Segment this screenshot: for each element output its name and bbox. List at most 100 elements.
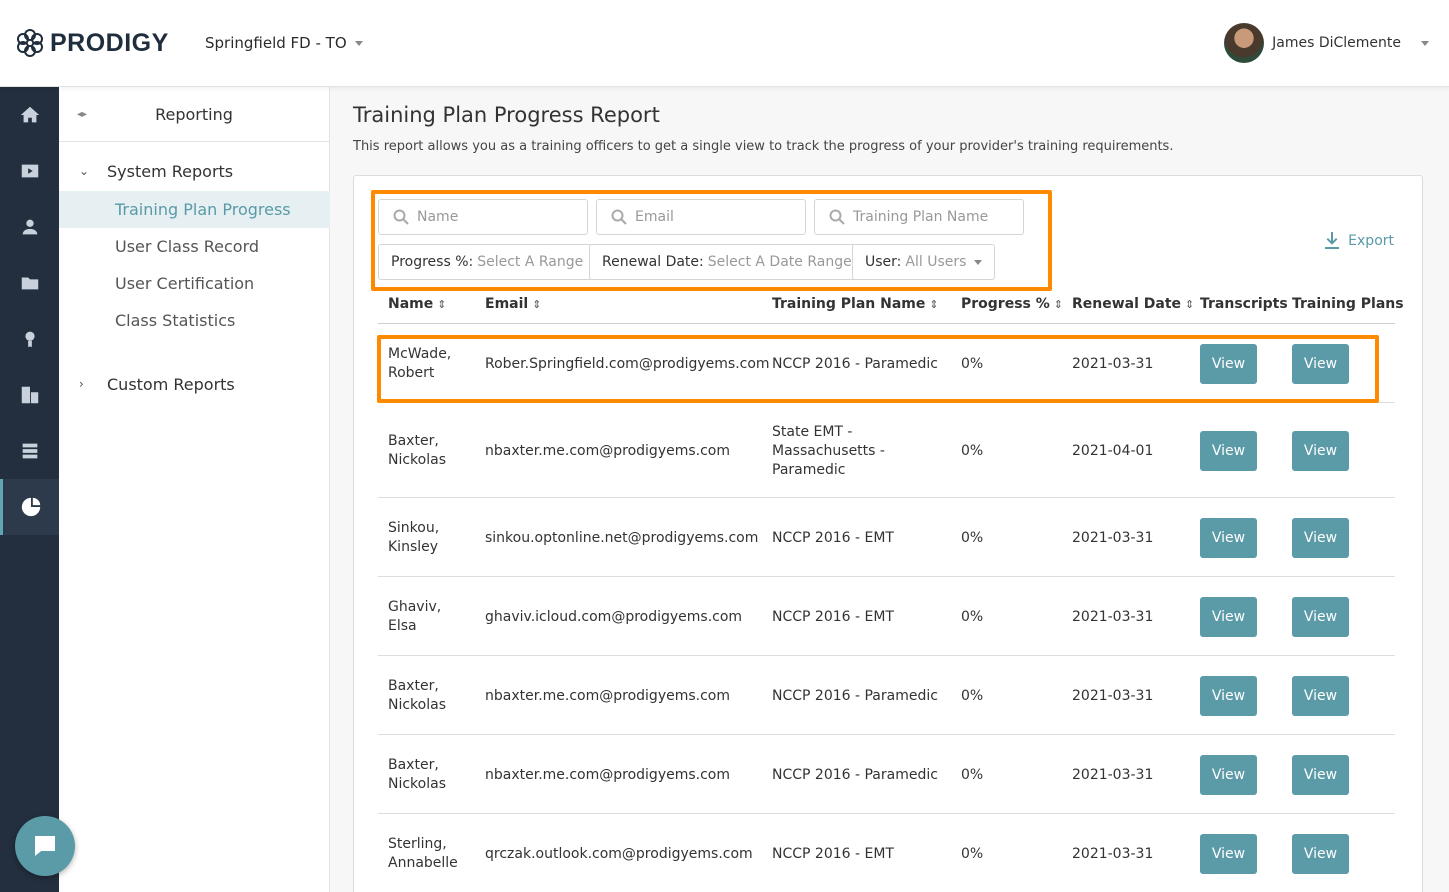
renewal-cell: 2021-03-31 xyxy=(1072,608,1154,625)
last-name: McWade, xyxy=(388,345,452,362)
plan-cell: NCCP 2016 - Paramedic xyxy=(772,355,938,374)
name-cell: Baxter, Nickolas xyxy=(388,432,446,470)
column-header-name[interactable]: Name ⇕ xyxy=(388,296,446,312)
nav-training-plan-progress[interactable]: Training Plan Progress xyxy=(59,191,330,228)
chat-button[interactable] xyxy=(15,816,75,876)
plan-line: State EMT - xyxy=(772,423,853,440)
rail-users[interactable] xyxy=(0,199,59,255)
view-training-plan-button[interactable]: View xyxy=(1292,675,1349,716)
rail-database[interactable] xyxy=(0,423,59,479)
email-cell: qrczak.outlook.com@prodigyems.com xyxy=(485,845,753,862)
sort-icon: ⇕ xyxy=(532,298,542,311)
first-name: Annabelle xyxy=(388,854,458,871)
view-training-plan-button[interactable]: View xyxy=(1292,754,1349,795)
nav-user-certification[interactable]: User Certification xyxy=(59,265,330,302)
plan-search-input[interactable]: Training Plan Name xyxy=(814,199,1024,235)
progress-cell: 0% xyxy=(961,845,984,862)
reports-icon xyxy=(21,497,41,517)
rail-video[interactable] xyxy=(0,143,59,199)
renewal-filter[interactable]: Renewal Date: Select A Date Range xyxy=(589,244,865,280)
email-search-input[interactable]: Email xyxy=(596,199,806,235)
subnav-title: Reporting xyxy=(155,105,233,124)
user-menu[interactable]: James DiClemente xyxy=(1224,23,1429,63)
progress-filter[interactable]: Progress %: Select A Range xyxy=(378,244,597,280)
view-training-plan-button[interactable]: View xyxy=(1292,596,1349,637)
view-training-plan-button[interactable]: View xyxy=(1292,517,1349,558)
progress-cell: 0% xyxy=(961,529,984,546)
first-name: Nickolas xyxy=(388,696,446,713)
export-button[interactable]: Export xyxy=(1324,232,1394,250)
column-header-renewal[interactable]: Renewal Date ⇕ xyxy=(1072,296,1194,312)
column-header-training-plans: Training Plans xyxy=(1292,296,1404,312)
table-row: Ghaviv, Elsa ghaviv.icloud.com@prodigyems.… xyxy=(378,577,1395,656)
first-name: Elsa xyxy=(388,617,417,634)
prodigy-logo[interactable]: PRODIGY xyxy=(14,27,169,59)
subnav-header: ◂▸ Reporting xyxy=(59,87,329,142)
column-header-email[interactable]: Email ⇕ xyxy=(485,296,541,312)
view-transcript-button[interactable]: View xyxy=(1200,596,1257,637)
folder-icon xyxy=(21,277,38,290)
renewal-cell: 2021-03-31 xyxy=(1072,687,1154,704)
plan-cell: NCCP 2016 - Paramedic xyxy=(772,766,938,785)
export-label: Export xyxy=(1348,233,1394,249)
name-search-input[interactable]: Name xyxy=(378,199,588,235)
first-name: Nickolas xyxy=(388,775,446,792)
view-transcript-button[interactable]: View xyxy=(1200,833,1257,874)
email-cell: sinkou.optonline.net@prodigyems.com xyxy=(485,529,759,546)
table-row: Sterling, Annabelle qrczak.outlook.com@pro… xyxy=(378,814,1395,892)
rail-folder[interactable] xyxy=(0,255,59,311)
email-cell: Rober.Springfield.com@prodigyems.com xyxy=(485,355,770,372)
user-filter-label: User: xyxy=(865,254,902,270)
chevron-right-icon: › xyxy=(79,377,84,391)
nav-user-class-record[interactable]: User Class Record xyxy=(59,228,330,265)
progress-filter-label: Progress %: xyxy=(391,254,474,270)
video-icon xyxy=(21,164,38,178)
logo-text: PRODIGY xyxy=(50,28,169,57)
email-cell: nbaxter.me.com@prodigyems.com xyxy=(485,766,730,783)
view-training-plan-button[interactable]: View xyxy=(1292,833,1349,874)
chevron-down-icon xyxy=(1421,40,1429,46)
view-training-plan-button[interactable]: View xyxy=(1292,343,1349,384)
plan-line: NCCP 2016 - Paramedic xyxy=(772,355,938,372)
system-reports-group: ⌄ System Reports Training Plan Progress … xyxy=(59,162,330,339)
sort-icon: ⇕ xyxy=(437,298,447,311)
view-training-plan-button[interactable]: View xyxy=(1292,430,1349,471)
table-row: Baxter, Nickolas nbaxter.me.com@prodigyems… xyxy=(378,403,1395,498)
plan-line: NCCP 2016 - EMT xyxy=(772,608,894,625)
plan-cell: NCCP 2016 - EMT xyxy=(772,845,894,864)
view-transcript-button[interactable]: View xyxy=(1200,517,1257,558)
page-description: This report allows you as a training off… xyxy=(353,139,1174,154)
name-cell: Sterling, Annabelle xyxy=(388,835,458,873)
view-transcript-button[interactable]: View xyxy=(1200,754,1257,795)
rail-reports[interactable] xyxy=(0,479,59,535)
column-header-plan[interactable]: Training Plan Name ⇕ xyxy=(772,296,939,312)
nav-class-statistics[interactable]: Class Statistics xyxy=(59,302,330,339)
rail-organization[interactable] xyxy=(0,367,59,423)
user-filter-value: All Users xyxy=(905,254,967,270)
users-icon xyxy=(22,219,37,235)
rail-home[interactable] xyxy=(0,87,59,143)
view-transcript-button[interactable]: View xyxy=(1200,430,1257,471)
first-name: Robert xyxy=(388,364,435,381)
table-row: McWade, Robert Rober.Springfield.com@prodi… xyxy=(378,324,1395,403)
custom-reports-toggle[interactable]: › Custom Reports xyxy=(59,375,330,394)
system-reports-label: System Reports xyxy=(107,162,234,181)
view-transcript-button[interactable]: View xyxy=(1200,343,1257,384)
first-name: Kinsley xyxy=(388,538,439,555)
organization-selector[interactable]: Springfield FD - TO xyxy=(205,34,363,52)
view-transcript-button[interactable]: View xyxy=(1200,675,1257,716)
name-cell: Baxter, Nickolas xyxy=(388,756,446,794)
system-reports-toggle[interactable]: ⌄ System Reports xyxy=(59,162,330,181)
column-header-progress[interactable]: Progress % ⇕ xyxy=(961,296,1063,312)
last-name: Baxter, xyxy=(388,432,439,449)
name-placeholder: Name xyxy=(417,209,459,225)
user-filter[interactable]: User: All Users xyxy=(852,244,996,280)
progress-cell: 0% xyxy=(961,442,984,459)
renewal-cell: 2021-04-01 xyxy=(1072,442,1154,459)
rail-certification[interactable] xyxy=(0,311,59,367)
progress-filter-value: Select A Range xyxy=(477,254,584,270)
email-cell: nbaxter.me.com@prodigyems.com xyxy=(485,687,730,704)
search-icon xyxy=(393,209,409,225)
sort-icon: ⇕ xyxy=(1053,298,1063,311)
name-cell: Ghaviv, Elsa xyxy=(388,598,441,636)
